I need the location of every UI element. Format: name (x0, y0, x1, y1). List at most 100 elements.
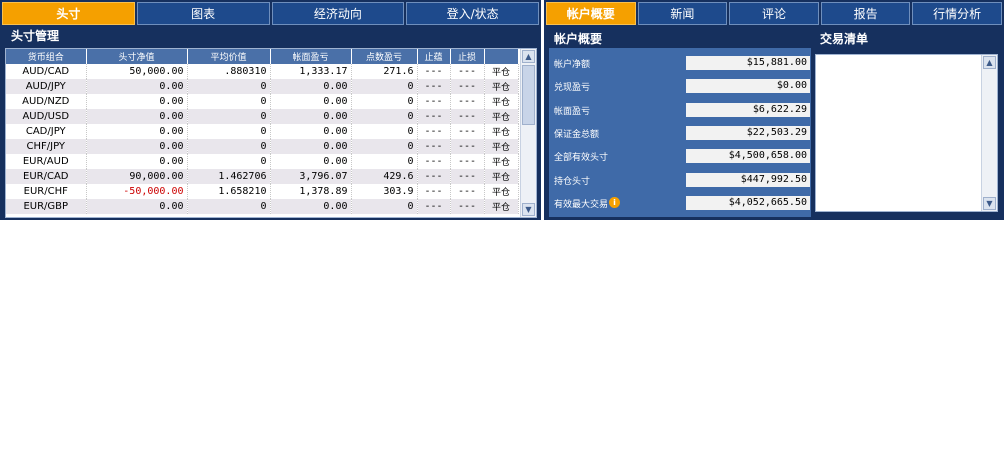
table-row[interactable]: EUR/CHF -50,000.00 1.658210 1,378.89 303.9 --… (6, 184, 519, 199)
cell-stop: --- (450, 199, 485, 214)
trade-list-scrollbar[interactable]: ▲ ▼ (981, 55, 997, 211)
tab-positions[interactable]: 头寸 (2, 2, 135, 25)
close-position-button[interactable]: 平仓 (484, 169, 519, 184)
positions-panel: 头寸 图表 经济动向 登入/状态 头寸管理 货币组合 头寸净值 平均价值 帐面盈亏 点数… (0, 0, 541, 220)
cell-pl: 0.00 (270, 109, 352, 124)
cell-avg: .880310 (187, 64, 271, 79)
summary-row: 全部有效头寸 $4,500,658.00 (549, 148, 811, 164)
tab-news[interactable]: 新闻 (637, 2, 728, 25)
table-row[interactable]: AUD/JPY 0.00 0 0.00 0 --- --- 平仓 (6, 79, 519, 94)
positions-table-container: 货币组合 头寸净值 平均价值 帐面盈亏 点数盈亏 止蕴 止损 AUD/CAD 50,000.0… (5, 48, 537, 218)
close-position-button[interactable]: 平仓 (484, 109, 519, 124)
trade-list: ▲ ▼ (815, 54, 998, 212)
cell-pair: EUR/GBP (6, 199, 87, 214)
close-position-button[interactable]: 平仓 (484, 154, 519, 169)
close-position-button[interactable]: 平仓 (484, 184, 519, 199)
tab-charts[interactable]: 图表 (136, 2, 270, 25)
account-panel: 帐户概要 新闻 评论 报告 行情分析 帐户概要 交易清单 帐户净额 $15,881… (544, 0, 1004, 220)
cell-net: 0.00 (86, 154, 188, 169)
summary-label: 帐面盈亏 (554, 106, 591, 117)
close-position-button[interactable]: 平仓 (484, 79, 519, 94)
table-row[interactable]: CHF/JPY 0.00 0 0.00 0 --- --- 平仓 (6, 139, 519, 154)
trade-list-title: 交易清单 (820, 32, 869, 46)
cell-net: 90,000.00 (86, 169, 188, 184)
cell-limit: --- (417, 64, 451, 79)
cell-limit: --- (417, 199, 451, 214)
right-tab-bar: 帐户概要 新闻 评论 报告 行情分析 (546, 2, 1002, 25)
cell-pips: 0 (351, 154, 418, 169)
close-position-button[interactable]: 平仓 (484, 64, 519, 79)
cell-net: -50,000.00 (86, 184, 188, 199)
cell-net: 0.00 (86, 109, 188, 124)
positions-scrollbar[interactable]: ▲ ▼ (520, 49, 536, 217)
positions-table: 货币组合 头寸净值 平均价值 帐面盈亏 点数盈亏 止蕴 止损 AUD/CAD 50,000.0… (6, 49, 519, 214)
cell-pips: 271.6 (351, 64, 418, 79)
account-summary-title: 帐户概要 (549, 30, 811, 48)
cell-stop: --- (450, 64, 485, 79)
header-col-avg[interactable]: 平均价值 (187, 49, 271, 64)
cell-pips: 0 (351, 94, 418, 109)
table-row[interactable]: AUD/CAD 50,000.00.880310 1,333.17 271.6 --- -… (6, 64, 519, 79)
cell-pl: 0.00 (270, 199, 352, 214)
tab-reports[interactable]: 报告 (820, 2, 911, 25)
cell-pl: 1,378.89 (270, 184, 352, 199)
table-row[interactable]: EUR/CAD 90,000.00 1.462706 3,796.07 429.6 ---… (6, 169, 519, 184)
tab-commentary[interactable]: 评论 (729, 2, 819, 25)
summary-value: $15,881.00 (686, 56, 810, 70)
cell-pips: 0 (351, 139, 418, 154)
summary-label: 持仓头寸 (554, 176, 591, 187)
cell-stop: --- (450, 139, 485, 154)
account-summary-list: 帐户净额 $15,881.00 兑现盈亏 $0.00 帐面盈亏 $6,622.29 保证金总… (549, 48, 811, 217)
info-icon[interactable]: i (609, 196, 621, 208)
cell-net: 0.00 (86, 139, 188, 154)
cell-avg: 0 (187, 124, 271, 139)
cell-avg: 0 (187, 139, 271, 154)
cell-pips: 0 (351, 109, 418, 124)
header-col-pips[interactable]: 点数盈亏 (351, 49, 418, 64)
header-col-action[interactable] (484, 49, 519, 64)
table-row[interactable]: EUR/GBP 0.00 0 0.00 0 --- --- 平仓 (6, 199, 519, 214)
close-position-button[interactable]: 平仓 (484, 199, 519, 214)
summary-value: $6,622.29 (686, 102, 810, 117)
cell-net: 50,000.00 (86, 64, 188, 79)
cell-limit: --- (417, 154, 451, 169)
header-col-stop[interactable]: 止损 (450, 49, 485, 64)
summary-row: 有效最大交易 i $4,052,665.50 (549, 195, 811, 211)
table-row[interactable]: AUD/USD 0.00 0 0.00 0 --- --- 平仓 (6, 109, 519, 124)
header-col-pl[interactable]: 帐面盈亏 (270, 49, 352, 64)
tab-market-analysis[interactable]: 行情分析 (912, 2, 1002, 25)
close-position-button[interactable]: 平仓 (484, 94, 519, 109)
tab-login-status[interactable]: 登入/状态 (406, 2, 539, 25)
cell-pl: 0.00 (270, 79, 352, 94)
summary-row: 帐户净额 $15,881.00 (549, 55, 811, 71)
header-col-pair[interactable]: 货币组合 (6, 49, 87, 64)
summary-row: 帐面盈亏 $6,622.29 (549, 102, 811, 118)
cell-stop: --- (450, 154, 485, 169)
summary-label: 兑现盈亏 (554, 83, 591, 94)
cell-pair: AUD/NZD (6, 94, 87, 109)
arrow-down-icon[interactable]: ▼ (522, 203, 535, 216)
header-col-limit[interactable]: 止蕴 (417, 49, 451, 64)
summary-label: 保证金总额 (554, 129, 600, 140)
header-col-net[interactable]: 头寸净值 (86, 49, 188, 64)
close-position-button[interactable]: 平仓 (484, 139, 519, 154)
scroll-thumb[interactable] (522, 65, 535, 125)
summary-value: $22,503.29 (686, 125, 810, 140)
arrow-down-icon[interactable]: ▼ (983, 197, 996, 210)
cell-pair: AUD/USD (6, 109, 87, 124)
tab-account-summary[interactable]: 帐户概要 (546, 2, 636, 25)
table-row[interactable]: CAD/JPY 0.00 0 0.00 0 --- --- 平仓 (6, 124, 519, 139)
arrow-up-icon[interactable]: ▲ (983, 56, 996, 69)
tab-economic-calendar[interactable]: 经济动向 (271, 2, 405, 25)
cell-pips: 0 (351, 199, 418, 214)
table-row[interactable]: EUR/AUD 0.00 0 0.00 0 --- --- 平仓 (6, 154, 519, 169)
cell-pair: EUR/AUD (6, 154, 87, 169)
close-position-button[interactable]: 平仓 (484, 124, 519, 139)
cell-limit: --- (417, 169, 451, 184)
summary-label: 有效最大交易 i (554, 196, 621, 210)
cell-stop: --- (450, 124, 485, 139)
cell-avg: 1.658210 (187, 184, 271, 199)
arrow-up-icon[interactable]: ▲ (522, 50, 535, 63)
cell-pair: EUR/CAD (6, 169, 87, 184)
table-row[interactable]: AUD/NZD 0.00 0 0.00 0 --- --- 平仓 (6, 94, 519, 109)
